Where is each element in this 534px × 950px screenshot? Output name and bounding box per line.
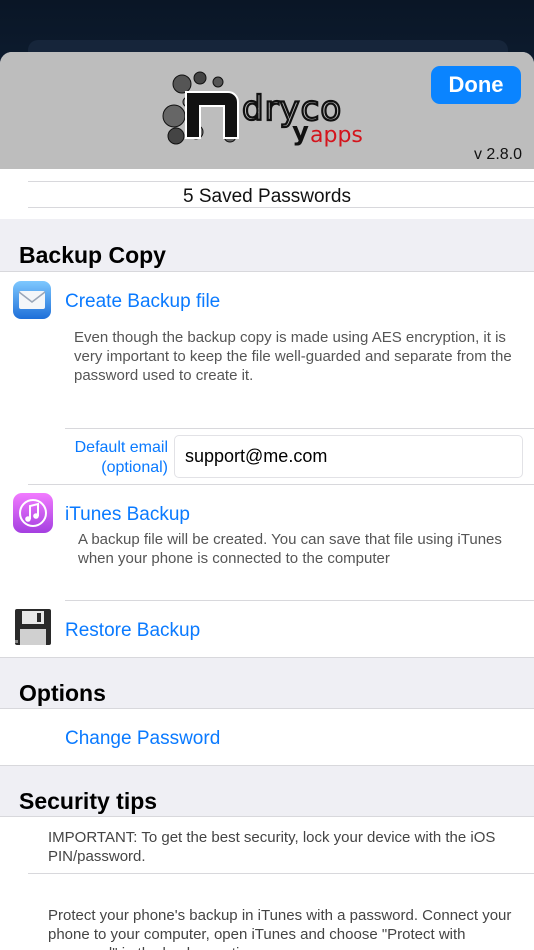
svg-text:apps: apps [310,123,363,148]
section-title-options: Options [19,680,106,706]
security-tip-itunes-password: Protect your phone's backup in iTunes wi… [48,907,512,950]
divider [28,207,534,208]
section-title-security-tips: Security tips [19,788,158,814]
floppy-disk-icon [15,609,51,645]
security-tips-group: IMPORTANT: To get the best security, loc… [0,817,534,950]
divider [0,765,534,766]
divider [65,428,534,429]
itunes-icon [13,493,53,533]
create-backup-description: Even though the backup copy is made usin… [74,329,512,384]
itunes-backup-link[interactable]: iTunes Backup [65,504,190,526]
default-email-label: Default email (optional) [60,438,168,478]
section-title-backup-copy: Backup Copy [19,242,166,268]
saved-passwords-row: 5 Saved Passwords [0,169,534,219]
change-password-link[interactable]: Change Password [65,728,220,750]
options-group: Change Password [0,709,534,765]
default-email-label-line2: (optional) [101,459,168,476]
settings-sheet: dryco y apps Done v 2.8.0 5 Saved Passwo… [0,52,534,950]
saved-passwords-count: 5 Saved Passwords [183,186,351,207]
default-email-input[interactable] [174,435,523,478]
done-button[interactable]: Done [431,66,521,104]
mail-icon [13,281,51,319]
security-tip-pin: IMPORTANT: To get the best security, loc… [48,829,496,865]
version-label: v 2.8.0 [473,146,522,163]
itunes-backup-description: A backup file will be created. You can s… [78,531,502,567]
divider [28,484,534,485]
divider [65,600,534,601]
default-email-label-line1: Default email [74,439,168,456]
ndryco-apps-logo: dryco y apps [162,71,363,148]
divider [0,657,534,658]
divider [28,181,534,182]
svg-text:y: y [292,117,309,147]
create-backup-file-link[interactable]: Create Backup file [65,291,220,313]
header: dryco y apps Done v 2.8.0 [0,52,534,169]
restore-backup-link[interactable]: Restore Backup [65,620,200,642]
divider [28,873,534,874]
